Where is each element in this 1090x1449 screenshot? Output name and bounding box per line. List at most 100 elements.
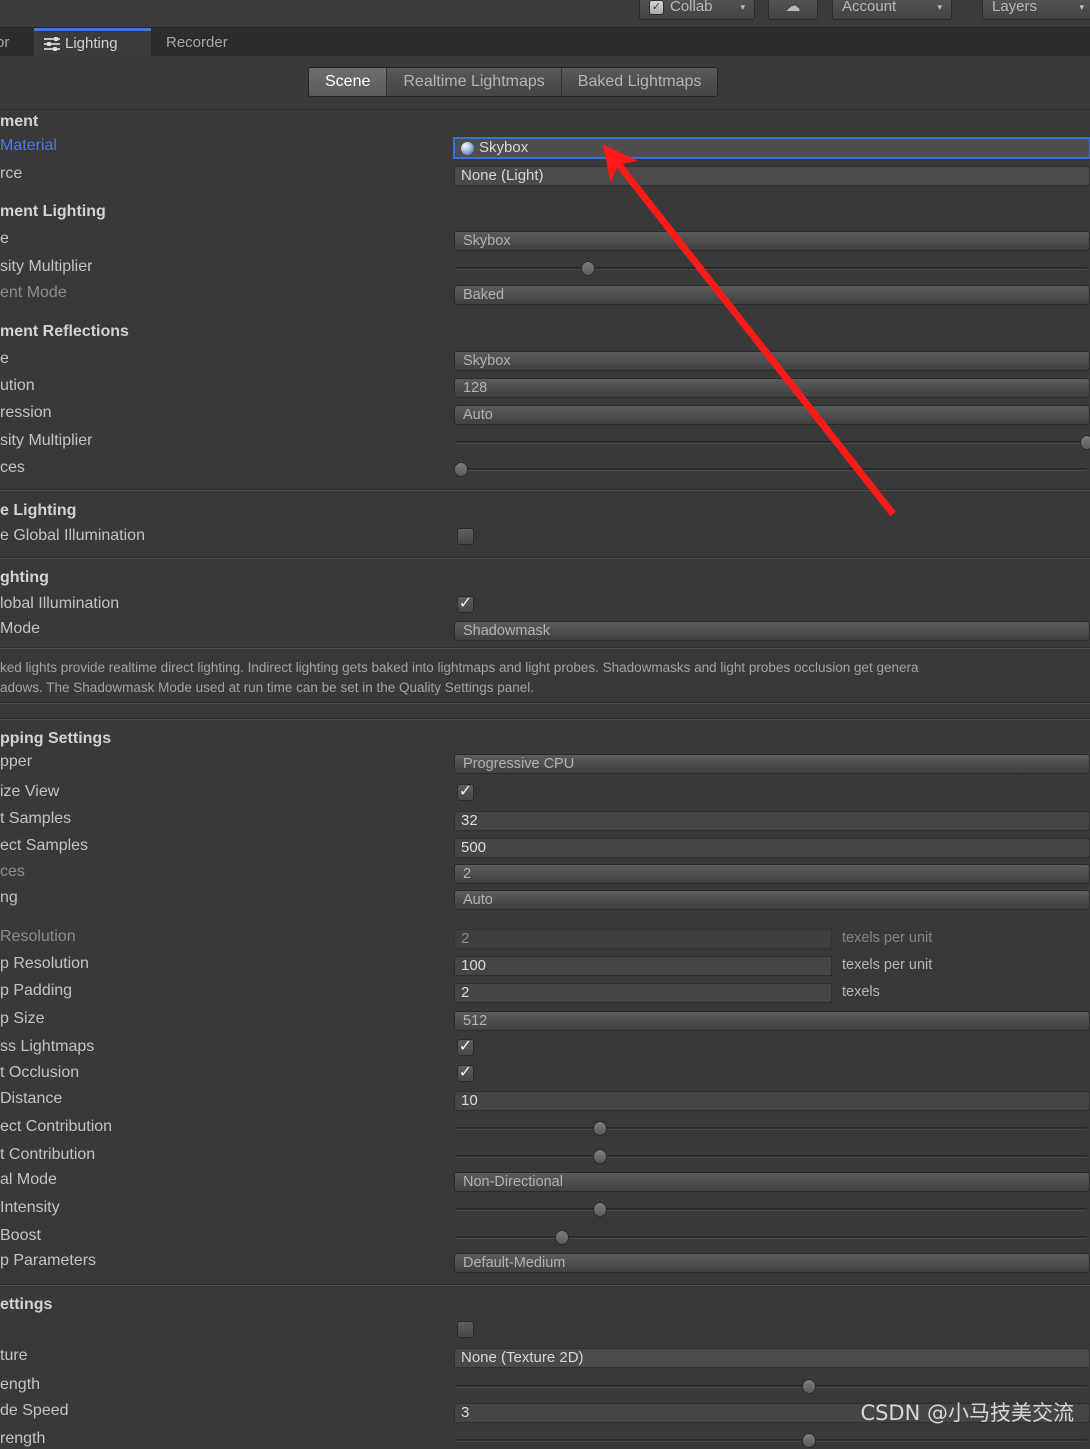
layers-button[interactable]: Layers ▾ — [982, 0, 1090, 20]
tab-scene[interactable]: Scene — [309, 68, 388, 96]
field-label: sity Multiplier — [0, 432, 93, 449]
field-value: 10 — [461, 1092, 478, 1109]
field-label: ression — [0, 404, 52, 421]
cloud-button[interactable]: ☁ — [768, 0, 818, 20]
dropdown-field[interactable]: Non-Directional — [454, 1172, 1090, 1192]
dropdown-field[interactable]: Auto — [454, 405, 1090, 425]
slider-knob[interactable] — [555, 1230, 570, 1245]
slider[interactable] — [455, 259, 1087, 277]
field-label: pper — [0, 753, 33, 770]
field-label: ent Mode — [0, 284, 67, 301]
field-label: ces — [0, 863, 25, 880]
dropdown-field[interactable]: 128 — [454, 378, 1090, 398]
checkbox[interactable]: ✓ — [457, 1064, 474, 1082]
field-value: Skybox — [463, 233, 511, 249]
dropdown-field[interactable]: Baked — [454, 285, 1090, 305]
dropdown-field[interactable]: Skybox — [454, 351, 1090, 371]
check-icon: ✓ — [458, 1037, 473, 1055]
number-field[interactable]: 2 — [454, 983, 832, 1003]
section-separator — [0, 558, 1090, 559]
unity-editor-window: ✓ Collab ▾ ☁ Account ▾ Layers ▾ or Light… — [0, 0, 1090, 1449]
slider[interactable] — [455, 1147, 1087, 1165]
sphere-icon — [461, 141, 474, 155]
field-label: Distance — [0, 1090, 63, 1107]
slider[interactable] — [454, 460, 1087, 478]
field-label: Material — [0, 137, 57, 154]
slider-track — [455, 468, 1087, 471]
help-line: adows. The Shadowmask Mode used at run t… — [0, 680, 535, 695]
section-separator — [0, 490, 1090, 491]
slider[interactable] — [455, 1200, 1087, 1218]
field-value: Default-Medium — [463, 1255, 566, 1271]
slider-knob[interactable] — [593, 1202, 608, 1217]
field-value: Skybox — [463, 353, 511, 369]
dropdown-field[interactable]: Progressive CPU — [454, 754, 1090, 774]
tab-scene-label: Scene — [325, 73, 371, 90]
help-box: ked lights provide realtime direct light… — [0, 658, 1090, 698]
checkbox[interactable]: ✓ — [457, 1321, 474, 1338]
check-icon: ✓ — [458, 594, 473, 612]
collab-label: Collab — [670, 0, 713, 15]
checkbox[interactable]: ✓ — [457, 528, 474, 545]
slider-knob[interactable] — [580, 261, 595, 276]
dropdown-field[interactable]: Shadowmask — [454, 621, 1090, 641]
field-label: Mode — [0, 620, 41, 637]
dropdown-field[interactable]: 512 — [454, 1011, 1090, 1031]
slider-track — [455, 1127, 1087, 1130]
object-field[interactable]: None (Light) — [454, 166, 1090, 186]
field-label: ution — [0, 377, 35, 394]
field-label: t Samples — [0, 810, 72, 827]
dropdown-field[interactable]: Default-Medium — [454, 1253, 1090, 1273]
slider-track — [455, 267, 1087, 270]
tab-baked-lightmaps-label: Baked Lightmaps — [577, 73, 702, 90]
slider-knob[interactable] — [454, 462, 469, 477]
checkbox[interactable]: ✓ — [457, 783, 474, 801]
number-field[interactable]: 32 — [454, 811, 1090, 831]
dropdown-field[interactable]: Auto — [454, 890, 1090, 910]
slider-knob[interactable] — [801, 1433, 816, 1448]
slider-knob[interactable] — [801, 1379, 816, 1394]
slider[interactable] — [455, 1431, 1087, 1449]
field-label: Intensity — [0, 1199, 60, 1216]
slider[interactable] — [455, 1377, 1087, 1395]
field-label: ength — [0, 1376, 41, 1393]
checkbox[interactable]: ✓ — [457, 1037, 474, 1056]
slider[interactable] — [455, 1119, 1087, 1137]
number-field[interactable]: 500 — [454, 838, 1090, 858]
checkbox[interactable]: ✓ — [457, 594, 474, 613]
field-value: Skybox — [479, 139, 529, 156]
slider[interactable] — [455, 1228, 1087, 1246]
number-field[interactable]: 2 — [454, 929, 832, 949]
slider-knob[interactable] — [1080, 435, 1090, 450]
account-label: Account — [842, 0, 897, 15]
cloud-icon: ☁ — [785, 0, 801, 15]
slider[interactable] — [455, 433, 1090, 451]
number-field[interactable]: 100 — [454, 956, 832, 976]
tab-recorder[interactable]: Recorder — [156, 28, 238, 56]
field-value: Shadowmask — [463, 623, 551, 639]
account-button[interactable]: Account ▾ — [832, 0, 952, 20]
field-value: 3 — [461, 1404, 470, 1421]
slider-knob[interactable] — [593, 1121, 608, 1136]
tab-lighting[interactable]: Lighting — [34, 28, 151, 56]
number-field[interactable]: 10 — [454, 1091, 1090, 1111]
tab-baked-lightmaps[interactable]: Baked Lightmaps — [561, 68, 718, 96]
field-label: Boost — [0, 1227, 41, 1244]
object-field[interactable]: Skybox — [453, 137, 1090, 159]
slider-knob[interactable] — [593, 1149, 608, 1164]
lighting-mode-bar: Scene Realtime Lightmaps Baked Lightmaps — [0, 56, 1090, 110]
field-label: lobal Illumination — [0, 595, 120, 612]
field-label: rce — [0, 165, 23, 182]
collab-check-icon: ✓ — [649, 0, 664, 15]
collab-button[interactable]: ✓ Collab ▾ — [639, 0, 755, 20]
slider-track — [455, 1439, 1087, 1442]
field-label: al Mode — [0, 1171, 57, 1188]
field-value: 2 — [461, 930, 470, 947]
dropdown-field[interactable]: Skybox — [454, 231, 1090, 251]
field-suffix: texels per unit — [842, 957, 933, 973]
dropdown-field[interactable]: 2 — [454, 864, 1090, 884]
tab-realtime-lightmaps[interactable]: Realtime Lightmaps — [387, 68, 562, 96]
tab-inspector[interactable]: or — [0, 28, 19, 56]
object-field[interactable]: None (Texture 2D) — [454, 1348, 1090, 1368]
field-value: Auto — [463, 407, 493, 423]
